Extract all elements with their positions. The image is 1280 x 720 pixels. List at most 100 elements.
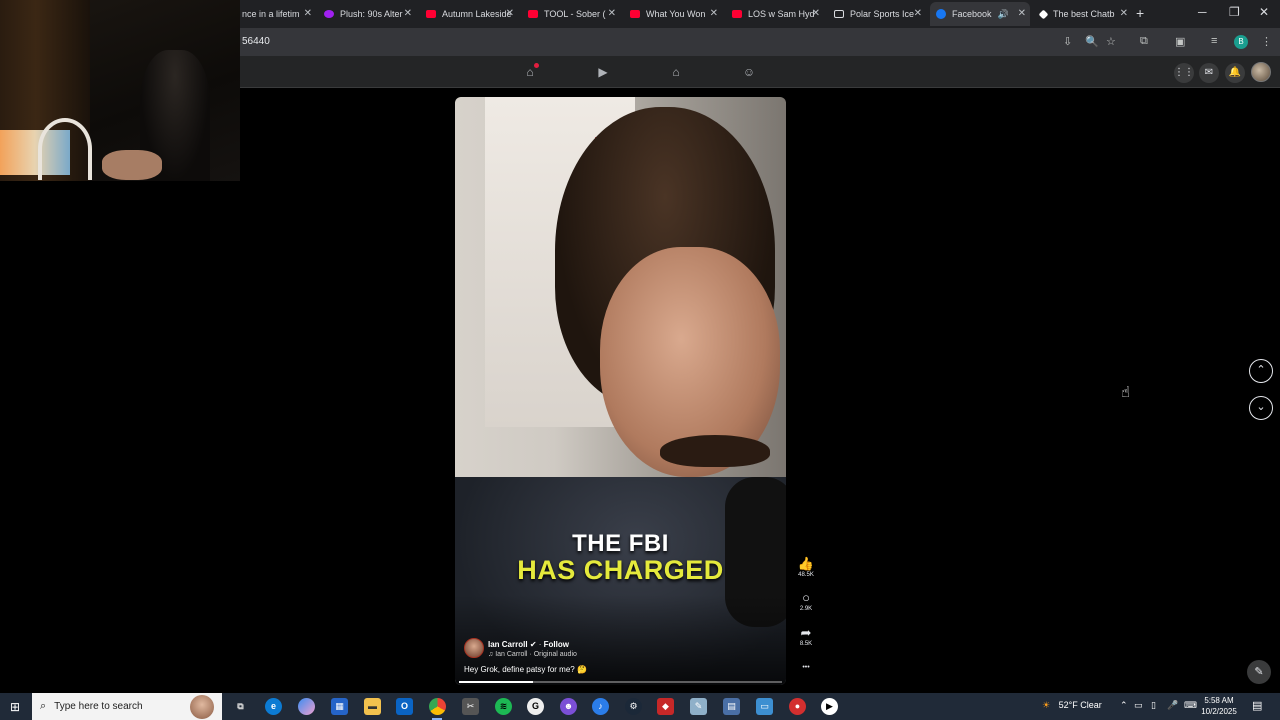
- weather-widget[interactable]: ☀ 52°F Clear: [1042, 700, 1102, 711]
- taskbar-search-box[interactable]: ⌕ Type here to search: [32, 693, 222, 720]
- battery-icon[interactable]: ▯: [1151, 700, 1156, 711]
- author-name[interactable]: Ian Carroll: [488, 640, 528, 649]
- video-subject-mustache: [660, 435, 770, 467]
- zoom-icon[interactable]: 🔍: [1085, 35, 1099, 48]
- youtube-favicon-icon: [426, 10, 436, 18]
- search-highlight-image: [190, 695, 214, 719]
- install-app-icon[interactable]: ⇩: [1063, 35, 1072, 48]
- tab-close-icon[interactable]: ✕: [404, 8, 412, 19]
- menu-grid-icon[interactable]: ⋮⋮: [1174, 63, 1194, 83]
- snipping-tool-icon[interactable]: ✂: [462, 698, 479, 715]
- profile-avatar[interactable]: [1251, 62, 1271, 82]
- tab-close-icon[interactable]: ✕: [812, 8, 820, 19]
- video-caption-line1: THE FBI: [572, 530, 669, 557]
- browser-tab[interactable]: Plush: 90s Alter ✕: [318, 2, 416, 26]
- tab-close-icon[interactable]: ✕: [1120, 8, 1128, 19]
- discord-icon[interactable]: ☻: [560, 698, 577, 715]
- browser-tab[interactable]: Autumn Lakeside ✕: [420, 2, 518, 26]
- more-options-button[interactable]: •••: [793, 661, 819, 675]
- game-app-icon[interactable]: ◆: [657, 698, 674, 715]
- obs-icon[interactable]: ▶: [821, 698, 838, 715]
- clock-date: 10/2/2025: [1201, 707, 1237, 716]
- keyboard-icon[interactable]: ⌨: [1184, 700, 1197, 711]
- side-panel-icon[interactable]: ▣: [1175, 35, 1185, 48]
- tab-close-icon[interactable]: ✕: [304, 8, 312, 19]
- browser-profile-button[interactable]: B: [1234, 35, 1248, 49]
- tab-close-icon[interactable]: ✕: [914, 8, 922, 19]
- marketplace-icon[interactable]: ⌂: [668, 64, 684, 80]
- previous-reel-button[interactable]: ⌃: [1249, 359, 1273, 383]
- media-app-icon[interactable]: ♪: [592, 698, 609, 715]
- new-tab-button[interactable]: +: [1136, 5, 1144, 21]
- browser-tab[interactable]: nce in a lifetim ✕: [236, 2, 316, 26]
- webcam-hands: [102, 150, 162, 180]
- browser-tab[interactable]: LOS w Sam Hyd ✕: [726, 2, 824, 26]
- clock-time: 5:58 AM: [1204, 696, 1234, 705]
- tab-close-icon[interactable]: ✕: [608, 8, 616, 19]
- video-caption-line2: HAS CHARGED: [517, 555, 724, 585]
- reel-description: Hey Grok, define patsy for me? 🤔: [464, 665, 587, 674]
- next-reel-button[interactable]: ⌄: [1249, 396, 1273, 420]
- edge-browser-icon[interactable]: e: [265, 698, 282, 715]
- minimize-window-button[interactable]: ─: [1198, 5, 1207, 19]
- author-avatar[interactable]: [464, 638, 484, 658]
- youtube-favicon-icon: [528, 10, 538, 18]
- extensions-icon[interactable]: ⧉: [1140, 35, 1148, 48]
- compose-edit-button[interactable]: ✎: [1247, 660, 1271, 684]
- thumbs-up-icon: 👍: [797, 556, 815, 571]
- reel-video[interactable]: THE FBI HAS CHARGED Ian Carroll ✔ · Foll…: [455, 97, 786, 685]
- notifications-icon[interactable]: 🔔: [1225, 63, 1245, 83]
- browser-tab[interactable]: Polar Sports Ice ✕: [828, 2, 926, 26]
- tray-chevron-icon[interactable]: ⌃: [1120, 700, 1128, 711]
- taskbar-clock[interactable]: 5:58 AM 10/2/2025: [1199, 695, 1239, 717]
- microphone-icon[interactable]: 🎤: [1167, 700, 1178, 711]
- outlook-icon[interactable]: O: [396, 698, 413, 715]
- speaker-icon[interactable]: 🔊: [998, 9, 1009, 20]
- verified-badge-icon: ✔: [529, 640, 537, 649]
- file-explorer-icon[interactable]: ▬: [364, 698, 381, 715]
- youtube-favicon-icon: [732, 10, 742, 18]
- paint-icon[interactable]: ✎: [690, 698, 707, 715]
- tab-title: Polar Sports Ice: [850, 9, 915, 19]
- browser-menu-icon[interactable]: ⋮: [1261, 35, 1272, 48]
- notification-center-icon[interactable]: ▤: [1252, 699, 1262, 712]
- youtube-favicon-icon: [630, 10, 640, 18]
- tab-close-icon[interactable]: ✕: [710, 8, 718, 19]
- calculator-icon[interactable]: ▤: [723, 698, 740, 715]
- browser-tab-active[interactable]: Facebook 🔊 ✕: [930, 2, 1030, 26]
- share-button[interactable]: ➦ 8.5K: [793, 625, 819, 648]
- app-icon[interactable]: G: [527, 698, 544, 715]
- spotify-icon[interactable]: ≋: [495, 698, 512, 715]
- steam-icon[interactable]: ⚙: [625, 698, 642, 715]
- video-icon[interactable]: ▶: [595, 64, 611, 80]
- task-view-icon[interactable]: ⧉: [232, 698, 249, 715]
- chrome-icon[interactable]: [429, 698, 446, 715]
- webcam-chair: [38, 118, 92, 180]
- video-progress-bar[interactable]: [459, 681, 782, 683]
- tab-close-icon[interactable]: ✕: [1018, 8, 1026, 19]
- like-button[interactable]: 👍 48.5K: [793, 556, 819, 579]
- comment-icon: ○: [802, 590, 810, 605]
- bookmark-star-icon[interactable]: ☆: [1106, 35, 1116, 48]
- comment-button[interactable]: ○ 2.9K: [793, 590, 819, 613]
- media-control-icon[interactable]: ≡: [1211, 35, 1217, 47]
- restore-window-button[interactable]: ❐: [1229, 5, 1240, 19]
- close-window-button[interactable]: ✕: [1259, 5, 1269, 19]
- groups-icon[interactable]: ☺: [741, 64, 757, 80]
- tab-close-icon[interactable]: ✕: [506, 8, 514, 19]
- windows-start-icon[interactable]: ⊞: [10, 700, 20, 714]
- browser-tab[interactable]: The best Chatb ✕: [1034, 2, 1132, 26]
- browser-tab[interactable]: What You Won ✕: [624, 2, 722, 26]
- remote-desktop-icon[interactable]: ▭: [756, 698, 773, 715]
- address-bar[interactable]: 56440: [242, 36, 270, 47]
- original-audio-link[interactable]: ♫ Ian Carroll · Original audio: [488, 651, 577, 658]
- recorder-icon[interactable]: ●: [789, 698, 806, 715]
- follow-button[interactable]: Follow: [544, 640, 569, 649]
- browser-tab[interactable]: TOOL - Sober ( ✕: [522, 2, 620, 26]
- network-icon[interactable]: ▭: [1134, 700, 1143, 711]
- messenger-icon[interactable]: ✉: [1199, 63, 1219, 83]
- store-icon[interactable]: ▦: [331, 698, 348, 715]
- share-arrow-icon: ➦: [800, 625, 812, 640]
- copilot-icon[interactable]: [298, 698, 315, 715]
- tab-title: The best Chatb: [1053, 9, 1115, 19]
